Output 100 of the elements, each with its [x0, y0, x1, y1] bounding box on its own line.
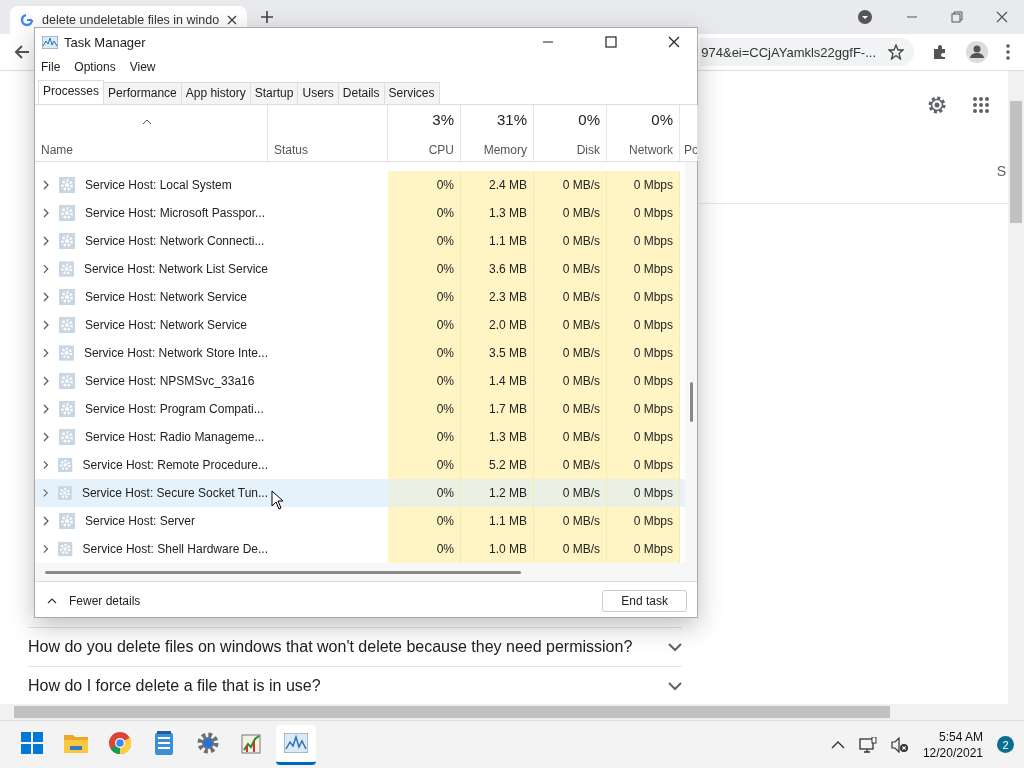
process-name: Service Host: Shell Hardware De...	[82, 542, 268, 556]
tab[interactable]: Performance	[103, 82, 182, 104]
tab[interactable]: Users	[297, 82, 339, 104]
process-row[interactable]: Service Host: Network Store Inte... 0% 3.5 MB 0 MB/s 0 Mbps	[35, 339, 685, 367]
menu-item[interactable]: Options	[74, 60, 116, 74]
restore-icon[interactable]	[951, 11, 963, 23]
process-row[interactable]: Service Host: Shell Hardware De... 0% 1.0 MB 0 MB/s 0 Mbps	[35, 535, 685, 563]
table-cell: 5.2 MB	[489, 458, 527, 472]
faq-question[interactable]: How do you delete files on windows that won't delete because they need permission?	[28, 627, 682, 666]
windows-logo-icon	[21, 732, 43, 754]
process-row[interactable]: Service Host: Network List Service 0% 3.6 MB 0 MB/s 0 Mbps	[35, 255, 685, 283]
table-cell: 0 Mbps	[633, 430, 673, 444]
process-row[interactable]: Service Host: Network Service 0% 2.0 MB 0 MB/s 0 Mbps	[35, 311, 685, 339]
new-tab-icon[interactable]	[261, 11, 274, 23]
process-row[interactable]: Service Host: Secure Socket Tun... 0% 1.2 MB 0 MB/s 0 Mbps	[35, 479, 685, 507]
table-cell: 0 Mbps	[633, 346, 673, 360]
tab[interactable]: Startup	[249, 82, 299, 104]
table-cell: 0 MB/s	[562, 318, 600, 332]
back-arrow-icon[interactable]	[14, 44, 30, 60]
apps-grid-icon[interactable]	[972, 96, 990, 114]
column-header[interactable]: Disk	[576, 143, 600, 157]
table-cell: 0%	[436, 178, 454, 192]
vertical-scrollbar[interactable]	[1008, 71, 1024, 704]
puzzle-icon[interactable]	[932, 44, 948, 60]
gear-icon	[59, 289, 75, 305]
expand-chevron-icon[interactable]	[43, 516, 49, 526]
profile-icon[interactable]	[966, 41, 988, 63]
process-row[interactable]: Service Host: Network Connecti... 0% 1.1 MB 0 MB/s 0 Mbps	[35, 227, 685, 255]
menu-item[interactable]: File	[41, 60, 61, 74]
table-cell: 0 Mbps	[633, 234, 673, 248]
process-row[interactable]: Service Host: Network Service 0% 2.3 MB 0 MB/s 0 Mbps	[35, 283, 685, 311]
expand-chevron-icon[interactable]	[43, 180, 49, 190]
chart-icon	[241, 732, 263, 754]
close-icon[interactable]	[668, 36, 680, 48]
table-cell: 0 MB/s	[562, 514, 600, 528]
process-row[interactable]: Service Host: Program Compati... 0% 1.7 MB 0 MB/s 0 Mbps	[35, 395, 685, 423]
process-row[interactable]: Service Host: Local System 0% 2.4 MB 0 MB/s 0 Mbps	[35, 171, 685, 199]
fewer-details-button[interactable]: Fewer details	[47, 594, 141, 608]
task-manager-icon	[42, 35, 58, 49]
process-name: Service Host: Local System	[85, 178, 232, 192]
expand-chevron-icon[interactable]	[43, 264, 49, 274]
network-icon[interactable]	[858, 736, 877, 753]
expand-chevron-icon[interactable]	[43, 236, 49, 246]
address-bar[interactable]: 974&ei=CCjAYamkls22ggfF-...	[700, 38, 914, 66]
column-header[interactable]: Name	[41, 143, 261, 157]
process-row[interactable]: Service Host: Radio Manageme... 0% 1.3 MB 0 MB/s 0 Mbps	[35, 423, 685, 451]
table-cell: 0 Mbps	[633, 402, 673, 416]
expand-chevron-icon[interactable]	[43, 488, 49, 498]
expand-chevron-icon[interactable]	[43, 460, 49, 470]
column-header[interactable]: Status	[274, 143, 381, 157]
table-cell: 0 Mbps	[633, 374, 673, 388]
column-header[interactable]: CPU	[428, 143, 454, 157]
tab[interactable]: Processes	[38, 80, 105, 104]
process-row[interactable]: Service Host: Remote Procedure... 0% 5.2 MB 0 MB/s 0 Mbps	[35, 451, 685, 479]
process-name: Service Host: Remote Procedure...	[82, 458, 268, 472]
vertical-scrollbar[interactable]	[685, 162, 697, 563]
expand-chevron-icon[interactable]	[43, 376, 49, 386]
horizontal-scrollbar[interactable]	[35, 563, 697, 582]
process-row[interactable]: Service Host: Microsoft Passpor... 0% 1.3 MB 0 MB/s 0 Mbps	[35, 199, 685, 227]
expand-chevron-icon[interactable]	[43, 544, 49, 554]
speaker-muted-icon[interactable]	[890, 736, 909, 753]
table-cell: 0 Mbps	[633, 262, 673, 276]
expand-chevron-icon[interactable]	[43, 320, 49, 330]
column-header[interactable]: Memory	[483, 143, 527, 157]
process-name: Service Host: Network List Service	[83, 262, 268, 276]
chevron-icon	[668, 681, 682, 691]
usage-percent: 3%	[432, 111, 454, 128]
notification-badge[interactable]: 2	[997, 736, 1014, 753]
expand-chevron-icon[interactable]	[43, 432, 49, 442]
gear-icon	[59, 513, 75, 529]
end-task-button[interactable]: End task	[602, 590, 687, 612]
process-row[interactable]: Service Host: Server 0% 1.1 MB 0 MB/s 0 Mbps	[35, 507, 685, 535]
menu-item[interactable]: View	[129, 60, 156, 74]
close-icon[interactable]	[996, 11, 1008, 23]
process-name: Service Host: Secure Socket Tun...	[81, 486, 268, 500]
table-cell: 1.2 MB	[489, 486, 527, 500]
expand-chevron-icon[interactable]	[43, 404, 49, 414]
taskbar-app[interactable]	[276, 724, 316, 765]
tab[interactable]: Services	[383, 82, 440, 104]
menu-icon[interactable]	[1006, 44, 1010, 60]
expand-chevron-icon[interactable]	[43, 292, 49, 302]
settings-icon[interactable]	[926, 94, 948, 116]
search-tab[interactable]: S	[996, 163, 1006, 179]
table-cell: 0 Mbps	[633, 178, 673, 192]
date-text: 12/20/2021	[922, 744, 983, 761]
tab[interactable]: App history	[180, 82, 251, 104]
horizontal-scrollbar[interactable]	[0, 704, 1024, 720]
dropdown-icon[interactable]	[857, 9, 873, 25]
process-row[interactable]: Service Host: NPSMSvc_33a16 0% 1.4 MB 0 MB/s 0 Mbps	[35, 367, 685, 395]
star-icon[interactable]	[888, 44, 904, 60]
maximize-icon[interactable]	[605, 36, 617, 48]
tab[interactable]: Details	[337, 82, 385, 104]
expand-chevron-icon[interactable]	[43, 208, 49, 218]
close-icon[interactable]	[227, 15, 238, 25]
chevron-icon	[668, 642, 682, 652]
expand-chevron-icon[interactable]	[43, 348, 49, 358]
column-header[interactable]: Network	[629, 143, 673, 157]
chevron-up-icon[interactable]	[830, 740, 845, 749]
table-cell: 0 MB/s	[562, 234, 600, 248]
table-cell: 0 MB/s	[562, 486, 600, 500]
